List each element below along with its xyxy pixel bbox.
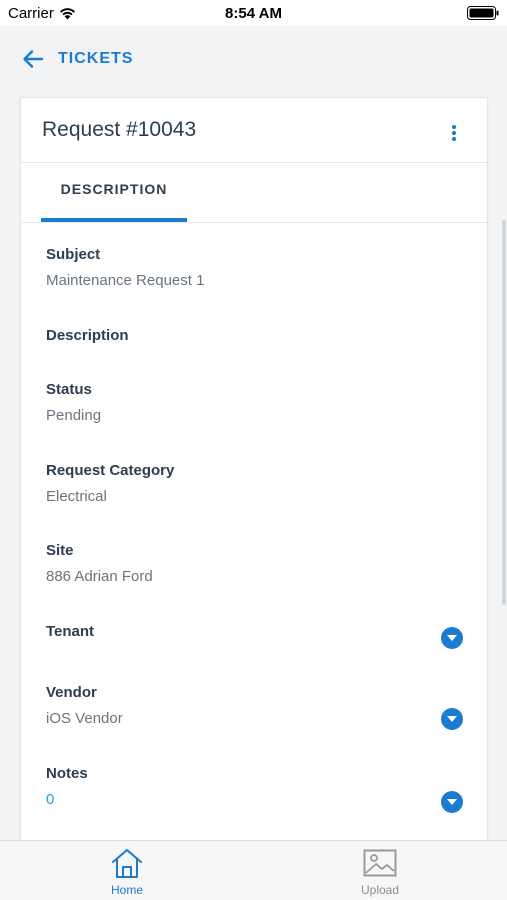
tab-description[interactable]: DESCRIPTION xyxy=(41,163,187,223)
tab-upload[interactable]: Upload xyxy=(320,847,440,900)
more-dot-icon xyxy=(452,131,456,135)
status-time: 8:54 AM xyxy=(225,5,282,22)
field-label: Request Category xyxy=(46,462,175,479)
page-title: Request #10043 xyxy=(42,118,197,141)
scrollbar[interactable] xyxy=(502,220,506,605)
card-header: Request #10043 xyxy=(21,98,487,163)
field-label: Notes xyxy=(46,765,88,782)
tab-strip: DESCRIPTION xyxy=(21,163,487,223)
tab-selected-indicator xyxy=(41,218,187,222)
more-dot-icon xyxy=(452,137,456,141)
field-request-category: Request Category Electrical xyxy=(46,462,466,505)
navigation-bar: TICKETS xyxy=(0,26,507,96)
field-site: Site 886 Adrian Ford xyxy=(46,542,466,585)
arrow-left-icon xyxy=(23,50,44,68)
field-subject: Subject Maintenance Request 1 xyxy=(46,246,466,289)
field-label: Status xyxy=(46,381,92,398)
status-bar: Carrier 8:54 AM xyxy=(0,0,507,26)
field-value: Electrical xyxy=(46,488,107,505)
more-dot-icon xyxy=(452,125,456,129)
field-label: Tenant xyxy=(46,623,95,640)
notes-count-link[interactable]: 0 xyxy=(46,791,466,808)
tenant-expand-button[interactable] xyxy=(441,627,463,649)
chevron-down-icon xyxy=(447,635,457,641)
notes-expand-button[interactable] xyxy=(441,791,463,813)
field-tenant: Tenant xyxy=(46,623,466,640)
chevron-down-icon xyxy=(447,799,457,805)
back-button[interactable]: TICKETS xyxy=(22,44,133,74)
field-value: Pending xyxy=(46,407,102,424)
field-label: Site xyxy=(46,542,74,559)
back-label: TICKETS xyxy=(58,50,134,67)
bottom-tab-bar: Home Upload xyxy=(0,840,507,900)
field-value: iOS Vendor xyxy=(46,710,123,727)
battery-icon xyxy=(467,6,499,20)
field-value: Maintenance Request 1 xyxy=(46,272,205,289)
field-status: Status Pending xyxy=(46,381,466,424)
tab-home[interactable]: Home xyxy=(67,847,187,900)
more-options-button[interactable] xyxy=(443,122,465,144)
field-notes: Notes 0 xyxy=(46,765,466,808)
tab-home-label: Home xyxy=(110,883,143,897)
vendor-expand-button[interactable] xyxy=(441,708,463,730)
field-description: Description xyxy=(46,327,466,344)
image-icon xyxy=(363,849,397,877)
ticket-card: Request #10043 DESCRIPTION Subject Maint… xyxy=(20,97,488,857)
field-label: Subject xyxy=(46,246,101,263)
home-icon xyxy=(112,849,142,878)
field-label: Description xyxy=(46,327,129,344)
field-vendor: Vendor iOS Vendor xyxy=(46,684,466,727)
chevron-down-icon xyxy=(447,716,457,722)
field-value: 886 Adrian Ford xyxy=(46,568,153,585)
tab-upload-label: Upload xyxy=(360,883,400,897)
field-label: Vendor xyxy=(46,684,97,701)
